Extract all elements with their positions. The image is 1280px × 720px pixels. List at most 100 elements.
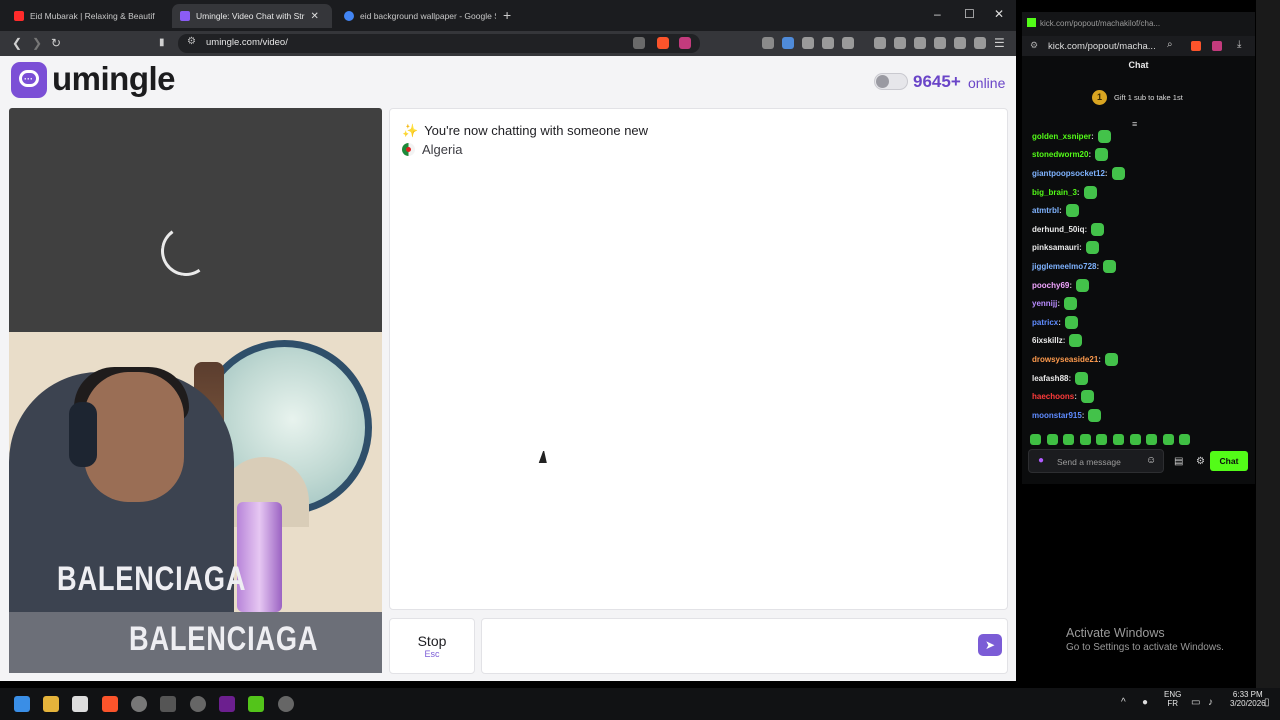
language-bottom: FR bbox=[1167, 699, 1178, 708]
emote-icon[interactable] bbox=[1030, 434, 1041, 445]
chat-username[interactable]: stonedworm20 bbox=[1032, 150, 1088, 159]
share-icon[interactable] bbox=[633, 37, 645, 49]
extension-icon[interactable] bbox=[802, 37, 814, 49]
stop-label: Stop bbox=[417, 633, 447, 649]
stop-button[interactable]: Stop Esc bbox=[389, 618, 475, 674]
microphone-icon[interactable]: ● bbox=[1038, 455, 1044, 466]
emote-icon[interactable] bbox=[1179, 434, 1191, 445]
emote-icon[interactable] bbox=[1112, 434, 1124, 445]
umingle-logo-icon[interactable]: ··· bbox=[11, 62, 47, 98]
notifications-icon[interactable]: ▯ bbox=[1264, 697, 1270, 708]
start-button-icon[interactable] bbox=[14, 696, 30, 712]
tab-eid-mubarak[interactable]: Eid Mubarak | Relaxing & Beautif bbox=[6, 4, 166, 28]
app-icon[interactable] bbox=[219, 696, 235, 712]
bookmark-icon[interactable]: ▮ bbox=[159, 35, 165, 51]
chat-username[interactable]: golden_xsniper bbox=[1032, 132, 1091, 141]
logo-text[interactable]: umingle bbox=[52, 60, 176, 98]
emote-icon[interactable] bbox=[1162, 434, 1174, 445]
network-icon[interactable]: ▭ bbox=[1191, 697, 1200, 708]
emote-icon bbox=[1083, 185, 1097, 199]
kick-chat-button[interactable]: Chat bbox=[1210, 451, 1248, 471]
store-icon[interactable]: ▤ bbox=[1174, 456, 1183, 467]
sidebar-icon[interactable] bbox=[914, 37, 926, 49]
chat-username[interactable]: leafash88 bbox=[1032, 374, 1068, 383]
forward-button[interactable]: ❯ bbox=[32, 35, 42, 51]
search-icon[interactable]: ⌕ bbox=[1167, 39, 1173, 50]
theme-toggle[interactable] bbox=[874, 73, 908, 90]
reload-button[interactable]: ↻ bbox=[51, 35, 61, 51]
new-tab-button[interactable]: + bbox=[503, 7, 511, 23]
chat-username[interactable]: pinksamauri bbox=[1032, 243, 1079, 252]
app-icon[interactable] bbox=[160, 696, 176, 712]
wallet-icon[interactable] bbox=[934, 37, 946, 49]
chat-separator: : bbox=[1058, 317, 1061, 327]
message-input[interactable] bbox=[481, 618, 1008, 674]
emote-icon[interactable] bbox=[1079, 434, 1091, 445]
gift-banner[interactable]: 1 Gift 1 sub to take 1st bbox=[1092, 90, 1183, 105]
chat-username[interactable]: poochy69 bbox=[1032, 281, 1069, 290]
brave-shields-icon[interactable] bbox=[1191, 41, 1201, 51]
microphone-tray-icon[interactable]: ● bbox=[1142, 697, 1148, 708]
app-icon[interactable] bbox=[278, 696, 294, 712]
chat-username[interactable]: giantpoopsocket12 bbox=[1032, 169, 1105, 178]
extension-icon[interactable] bbox=[782, 37, 794, 49]
kick-address-bar[interactable]: ⚙ kick.com/popout/macha... ⌕ ⤓ bbox=[1022, 36, 1255, 56]
send-button[interactable]: ➤ bbox=[978, 634, 1002, 656]
brave-shields-icon[interactable] bbox=[657, 37, 669, 49]
chat-message-row: pinksamauri: bbox=[1032, 239, 1250, 258]
brave-rewards-icon[interactable] bbox=[1212, 41, 1222, 51]
tab-google-search[interactable]: eid background wallpaper - Google S bbox=[336, 4, 496, 28]
tab-umingle[interactable]: Umingle: Video Chat with Str ✕ bbox=[172, 4, 332, 28]
tab-close-icon[interactable]: ✕ bbox=[311, 11, 319, 22]
app-icon[interactable] bbox=[248, 696, 264, 712]
chat-username[interactable]: 6ixskillz bbox=[1032, 336, 1063, 345]
chat-separator: : bbox=[1068, 373, 1072, 383]
emote-icon[interactable] bbox=[1096, 434, 1108, 445]
chat-username[interactable]: drowsyseaside21 bbox=[1032, 355, 1098, 364]
store-icon[interactable] bbox=[72, 696, 88, 712]
emote-icon[interactable] bbox=[1046, 434, 1058, 445]
app-icon[interactable] bbox=[190, 696, 206, 712]
vpn-icon[interactable] bbox=[762, 37, 774, 49]
site-settings-icon[interactable]: ⚙ bbox=[1030, 40, 1038, 51]
chat-username[interactable]: yennijj bbox=[1032, 299, 1057, 308]
show-hidden-icons-icon[interactable]: ^ bbox=[1121, 697, 1126, 708]
emote-bar[interactable] bbox=[1030, 432, 1250, 446]
chat-username[interactable]: moonstar915 bbox=[1032, 411, 1082, 420]
chat-username[interactable]: patricx bbox=[1032, 318, 1058, 327]
chat-username[interactable]: big_brain_3 bbox=[1032, 188, 1077, 197]
chat-username[interactable]: jigglemeelmo728 bbox=[1032, 262, 1096, 271]
clock[interactable]: 6:33 PM 3/20/2026 bbox=[1230, 690, 1266, 708]
download-icon[interactable] bbox=[874, 37, 886, 49]
chat-separator: : bbox=[1076, 187, 1080, 197]
kick-message-input[interactable]: ● Send a message ☺ bbox=[1028, 449, 1164, 473]
leo-ai-icon[interactable] bbox=[954, 37, 966, 49]
puzzle-icon[interactable] bbox=[822, 37, 834, 49]
tab-label: eid background wallpaper - Google S bbox=[360, 11, 496, 21]
download-icon[interactable]: ⤓ bbox=[1237, 39, 1241, 50]
chat-username[interactable]: derhund_50iq bbox=[1032, 225, 1084, 234]
emote-icon[interactable] bbox=[1129, 434, 1141, 445]
emote-icon[interactable] bbox=[1063, 434, 1075, 445]
app-icon[interactable] bbox=[131, 696, 147, 712]
settings-gear-icon[interactable]: ⚙ bbox=[1196, 456, 1205, 467]
site-settings-icon[interactable]: ⚙ bbox=[187, 36, 196, 47]
menu-icon[interactable]: ☰ bbox=[994, 35, 1005, 51]
brave-browser-icon[interactable] bbox=[102, 696, 118, 712]
volume-icon[interactable]: ♪ bbox=[1208, 697, 1213, 708]
media-icon[interactable] bbox=[894, 37, 906, 49]
minimize-button[interactable]: – bbox=[934, 7, 941, 21]
screenshot-icon[interactable] bbox=[842, 37, 854, 49]
address-bar[interactable]: ⚙ umingle.com/video/ bbox=[178, 34, 700, 53]
maximize-button[interactable]: ☐ bbox=[964, 7, 975, 21]
file-explorer-icon[interactable] bbox=[43, 696, 59, 712]
close-window-button[interactable]: ✕ bbox=[994, 7, 1004, 21]
brave-rewards-icon[interactable] bbox=[679, 37, 691, 49]
chat-username[interactable]: atmtrbl bbox=[1032, 206, 1059, 215]
shield-icon[interactable] bbox=[974, 37, 986, 49]
language-indicator[interactable]: ENG FR bbox=[1164, 690, 1181, 708]
chat-username[interactable]: haechoons bbox=[1032, 392, 1074, 401]
emoji-icon[interactable]: ☺ bbox=[1146, 455, 1156, 466]
emote-icon[interactable] bbox=[1146, 434, 1158, 445]
back-button[interactable]: ❮ bbox=[12, 35, 22, 51]
